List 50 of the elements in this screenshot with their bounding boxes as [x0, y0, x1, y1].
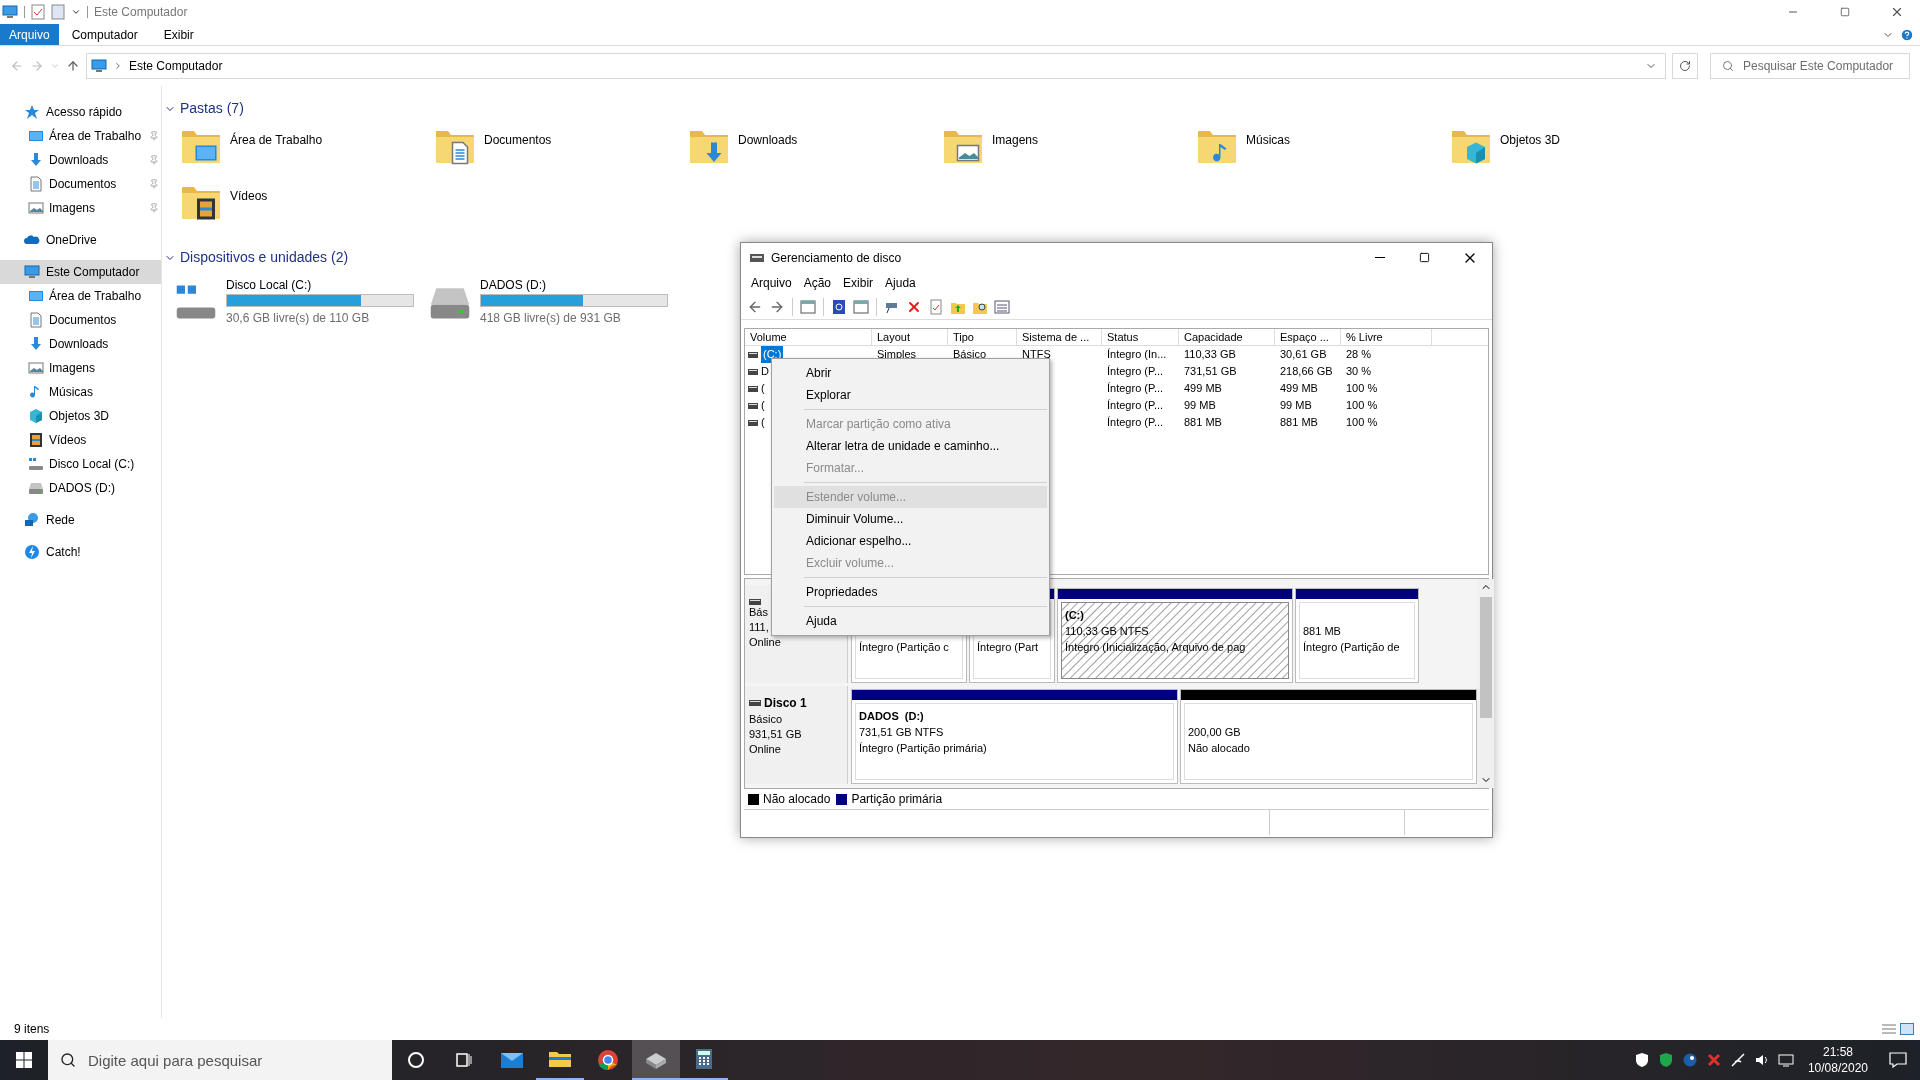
section-title: Dispositivos e unidades (2) — [180, 248, 349, 267]
window-title: Este Computador — [94, 4, 189, 21]
table-cell-text: 30 % — [1346, 364, 1372, 380]
legend-label: Não alocado — [763, 791, 831, 808]
table-cell-text: Íntegro (P... — [1107, 364, 1164, 380]
disk-info: 931,51 GB — [749, 727, 802, 742]
table-cell-text: 100 % — [1346, 381, 1378, 397]
partition-name: (C:) — [1065, 608, 1084, 623]
partition-status: Íntegro (Partição de — [1303, 640, 1400, 655]
disk-info: Online — [749, 742, 781, 757]
disk-name: Disco 1 — [764, 695, 807, 712]
table-cell-text: 99 MB — [1184, 398, 1216, 414]
status-text: 9 itens — [14, 1021, 51, 1038]
section-title: Pastas (7) — [180, 99, 244, 118]
table-cell-text: Íntegro (In... — [1107, 347, 1167, 363]
legend-label: Partição primária — [851, 791, 943, 808]
table-cell-text: 99 MB — [1280, 398, 1312, 414]
table-cell-text: Íntegro (P... — [1107, 381, 1164, 397]
table-cell-text: Simples — [877, 347, 917, 363]
address-text: Este Computador — [129, 58, 224, 75]
table-cell-text: Íntegro (P... — [1107, 415, 1164, 431]
table-cell-text: 218,66 GB — [1280, 364, 1333, 380]
disk-info: Básico — [749, 712, 783, 727]
partition-size: 881 MB — [1303, 624, 1341, 639]
disk-info: Bás — [749, 605, 768, 620]
window-title: Gerenciamento de disco — [771, 249, 903, 267]
partition-status: Íntegro (Partição c — [859, 640, 949, 655]
partition-status: Íntegro (Part — [977, 640, 1039, 655]
table-cell-text: 731,51 GB — [1184, 364, 1237, 380]
partition-status: Íntegro (Partição primária) — [859, 741, 987, 756]
disk-info: Online — [749, 635, 781, 650]
table-cell-text: 100 % — [1346, 415, 1378, 431]
partition-size: 200,00 GB — [1188, 725, 1241, 740]
table-cell-text: 28 % — [1346, 347, 1372, 363]
table-cell-text: 499 MB — [1280, 381, 1318, 397]
table-cell-text: Íntegro (P... — [1107, 398, 1164, 414]
partition-status: Íntegro (Inicialização, Arquivo de pag — [1065, 640, 1246, 655]
table-cell-text: Básico — [953, 347, 987, 363]
table-cell-text: 881 MB — [1280, 415, 1318, 431]
table-cell-text: 100 % — [1346, 398, 1378, 414]
table-cell-text: NTFS — [1022, 347, 1051, 363]
table-cell-text: 110,33 GB — [1184, 347, 1236, 363]
table-cell-text: 30,61 GB — [1280, 347, 1327, 363]
partition-name: DADOS (D:) — [859, 709, 924, 724]
partition-size: 110,33 GB NTFS — [1065, 624, 1149, 639]
partition-size: 731,51 GB NTFS — [859, 725, 944, 740]
partition-status: Não alocado — [1188, 741, 1250, 756]
disk-info: 111, — [749, 620, 769, 635]
table-cell-text: 881 MB — [1184, 415, 1222, 431]
table-cell-text: 499 MB — [1184, 381, 1222, 397]
